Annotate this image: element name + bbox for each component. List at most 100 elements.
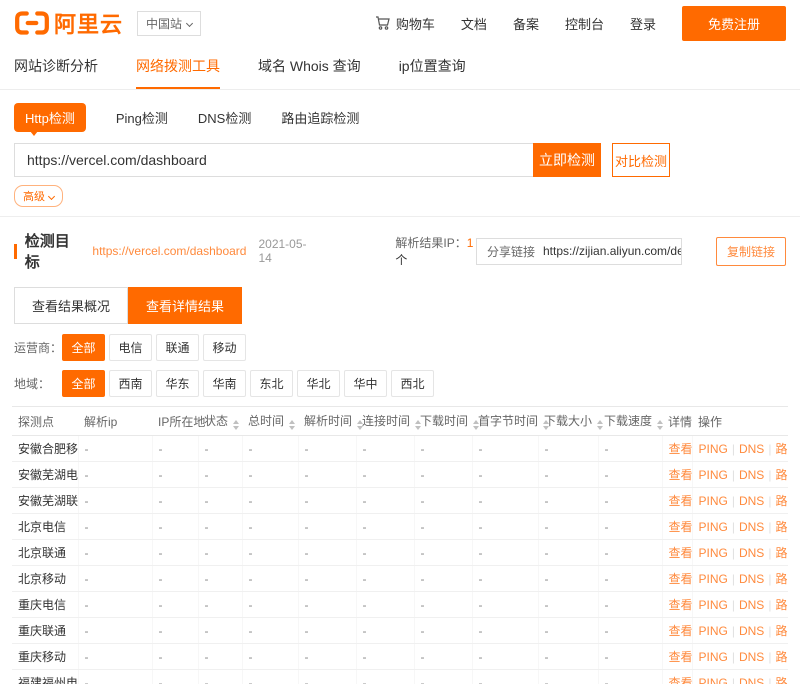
dns-link[interactable]: DNS (739, 624, 764, 638)
ping-link[interactable]: PING (699, 676, 728, 684)
cell-empty: - (414, 514, 472, 540)
cell-empty: - (152, 488, 198, 514)
advanced-options-button[interactable]: 高级 (14, 185, 63, 207)
dns-link[interactable]: DNS (739, 598, 764, 612)
link-separator: | (768, 598, 771, 612)
view-detail-link[interactable]: 查看 (669, 468, 693, 482)
menu-item-docs[interactable]: 文档 (461, 14, 487, 33)
column-header[interactable]: 下载时间 (414, 407, 472, 436)
view-detail-link[interactable]: 查看 (669, 494, 693, 508)
filter-option-华中[interactable]: 华中 (344, 370, 387, 397)
ping-link[interactable]: PING (699, 572, 728, 586)
view-detail-link[interactable]: 查看 (669, 676, 693, 684)
dns-link[interactable]: DNS (739, 468, 764, 482)
ping-link[interactable]: PING (699, 624, 728, 638)
ping-link[interactable]: PING (699, 598, 728, 612)
ping-link[interactable]: PING (699, 650, 728, 664)
target-url-link[interactable]: https://vercel.com/dashboard (92, 244, 246, 258)
column-header[interactable]: 总时间 (242, 407, 298, 436)
menu-item-console[interactable]: 控制台 (565, 14, 604, 33)
column-header[interactable]: 下载大小 (538, 407, 598, 436)
dns-link[interactable]: DNS (739, 572, 764, 586)
link-separator: | (732, 676, 735, 684)
compare-detect-button[interactable]: 对比检测 (612, 143, 670, 177)
tab-dns-check[interactable]: DNS检测 (198, 108, 251, 127)
sort-icon[interactable] (289, 420, 295, 430)
filter-option-全部[interactable]: 全部 (62, 334, 105, 361)
traceroute-link[interactable]: 路由追踪 (775, 494, 788, 508)
traceroute-link[interactable]: 路由追踪 (775, 624, 788, 638)
filter-option-电信[interactable]: 电信 (109, 334, 152, 361)
traceroute-link[interactable]: 路由追踪 (775, 468, 788, 482)
column-header[interactable]: 状态 (198, 407, 242, 436)
nav-tab-whois[interactable]: 域名 Whois 查询 (258, 56, 361, 89)
filter-option-华北[interactable]: 华北 (297, 370, 340, 397)
cell-empty: - (152, 436, 198, 462)
menu-item-login[interactable]: 登录 (630, 14, 656, 33)
sort-icon[interactable] (657, 420, 663, 430)
traceroute-link[interactable]: 路由追踪 (775, 546, 788, 560)
dns-link[interactable]: DNS (739, 520, 764, 534)
sort-icon[interactable] (233, 420, 239, 430)
url-input[interactable] (14, 143, 533, 177)
column-header[interactable]: 首字节时间 (472, 407, 538, 436)
view-detail-link[interactable]: 查看 (669, 624, 693, 638)
tab-traceroute-check[interactable]: 路由追踪检测 (281, 108, 359, 127)
filter-option-华东[interactable]: 华东 (156, 370, 199, 397)
view-detail-link[interactable]: 查看 (669, 546, 693, 560)
filter-option-东北[interactable]: 东北 (250, 370, 293, 397)
traceroute-link[interactable]: 路由追踪 (775, 442, 788, 456)
nav-tab-ip-location[interactable]: ip位置查询 (399, 56, 466, 89)
filter-option-西南[interactable]: 西南 (109, 370, 152, 397)
share-link-value[interactable]: https://zijian.aliyun.com/detect/http/HT… (543, 244, 681, 258)
ping-link[interactable]: PING (699, 494, 728, 508)
region-selector[interactable]: 中国站 (137, 11, 201, 36)
view-detail-link[interactable]: 查看 (669, 598, 693, 612)
column-header: 解析ip (78, 407, 152, 436)
dns-link[interactable]: DNS (739, 650, 764, 664)
ping-link[interactable]: PING (699, 546, 728, 560)
cell-empty: - (298, 592, 356, 618)
traceroute-link[interactable]: 路由追踪 (775, 676, 788, 684)
dns-link[interactable]: DNS (739, 442, 764, 456)
sort-icon[interactable] (597, 420, 603, 430)
ping-link[interactable]: PING (699, 442, 728, 456)
dns-link[interactable]: DNS (739, 494, 764, 508)
view-detail-link[interactable]: 查看 (669, 520, 693, 534)
filter-option-全部[interactable]: 全部 (62, 370, 105, 397)
traceroute-link[interactable]: 路由追踪 (775, 650, 788, 664)
column-header[interactable]: 下载速度 (598, 407, 662, 436)
tab-http-check[interactable]: Http检测 (14, 103, 86, 132)
nav-tab-network-probe[interactable]: 网络拨测工具 (136, 56, 220, 89)
column-header[interactable]: 解析时间 (298, 407, 356, 436)
dns-link[interactable]: DNS (739, 676, 764, 684)
ping-link[interactable]: PING (699, 520, 728, 534)
tab-result-overview[interactable]: 查看结果概况 (14, 287, 128, 324)
traceroute-link[interactable]: 路由追踪 (775, 572, 788, 586)
target-date: 2021-05-14 (258, 237, 313, 265)
traceroute-link[interactable]: 路由追踪 (775, 520, 788, 534)
menu-item-beian[interactable]: 备案 (513, 14, 539, 33)
traceroute-link[interactable]: 路由追踪 (775, 598, 788, 612)
column-header[interactable]: 连接时间 (356, 407, 414, 436)
filter-option-华南[interactable]: 华南 (203, 370, 246, 397)
register-button[interactable]: 免费注册 (682, 6, 786, 41)
dns-link[interactable]: DNS (739, 546, 764, 560)
copy-link-button[interactable]: 复制链接 (716, 237, 786, 266)
ping-link[interactable]: PING (699, 468, 728, 482)
menu-item-cart[interactable]: 购物车 (375, 14, 435, 33)
cell-empty: - (242, 436, 298, 462)
filter-option-西北[interactable]: 西北 (391, 370, 434, 397)
view-detail-link[interactable]: 查看 (669, 442, 693, 456)
detect-now-button[interactable]: 立即检测 (533, 143, 601, 177)
view-detail-link[interactable]: 查看 (669, 650, 693, 664)
nav-tab-site-diagnosis[interactable]: 网站诊断分析 (14, 56, 98, 89)
aliyun-logo[interactable]: 阿里云 (14, 7, 123, 39)
table-row: 安徽芜湖电信----------查看PING|DNS|路由追踪 (12, 462, 788, 488)
view-detail-link[interactable]: 查看 (669, 572, 693, 586)
cell-empty: - (198, 618, 242, 644)
filter-option-移动[interactable]: 移动 (203, 334, 246, 361)
tab-result-details[interactable]: 查看详情结果 (128, 287, 242, 324)
tab-ping-check[interactable]: Ping检测 (116, 108, 168, 127)
filter-option-联通[interactable]: 联通 (156, 334, 199, 361)
